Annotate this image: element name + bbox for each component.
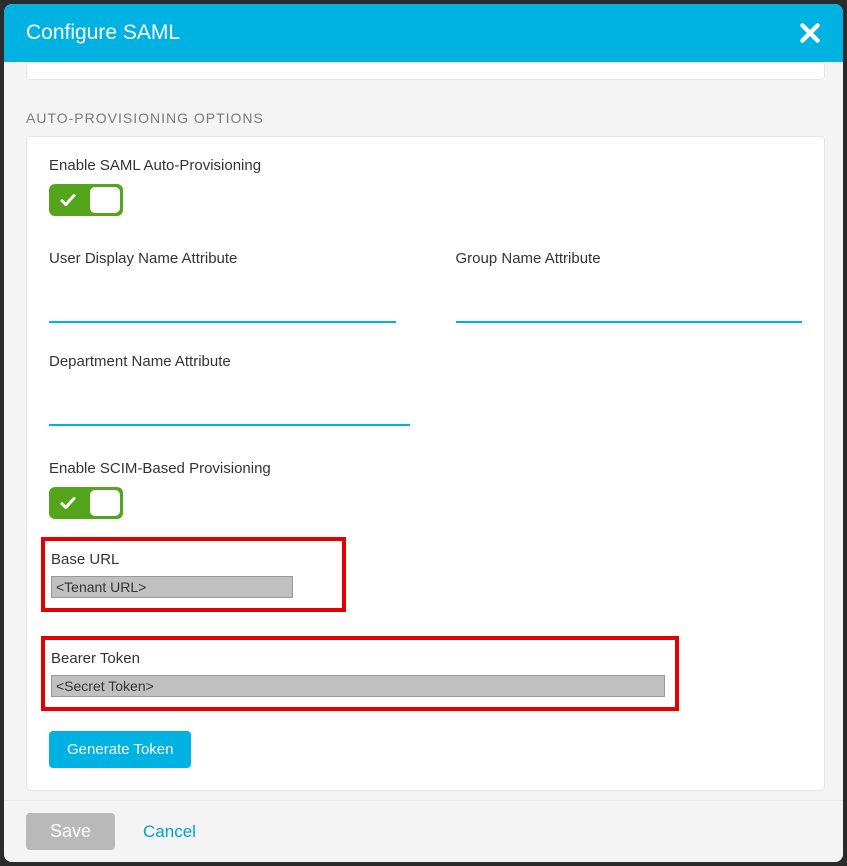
enable-scim-block: Enable SCIM-Based Provisioning (49, 460, 802, 519)
bearer-token-label: Bearer Token (51, 650, 669, 667)
enable-saml-block: Enable SAML Auto-Provisioning (49, 157, 802, 216)
bearer-token-input[interactable] (51, 675, 665, 697)
modal-body[interactable]: AUTO-PROVISIONING OPTIONS Enable SAML Au… (4, 62, 843, 800)
cancel-link[interactable]: Cancel (143, 822, 196, 842)
group-name-label: Group Name Attribute (456, 250, 803, 267)
toggle-knob (90, 187, 120, 213)
generate-token-button[interactable]: Generate Token (49, 731, 191, 768)
modal-footer: Save Cancel (4, 800, 843, 862)
group-name-col: Group Name Attribute (456, 250, 803, 323)
enable-saml-toggle[interactable] (49, 184, 123, 216)
group-name-input[interactable] (456, 295, 803, 323)
user-display-col: User Display Name Attribute (49, 250, 396, 323)
close-button[interactable] (797, 20, 823, 46)
configure-saml-modal: Configure SAML AUTO-PROVISIONING OPTIONS… (4, 4, 843, 862)
modal-header: Configure SAML (4, 4, 843, 62)
auto-provisioning-card: Enable SAML Auto-Provisioning User Displ… (26, 136, 825, 791)
previous-section-card (26, 62, 825, 80)
modal-title: Configure SAML (26, 21, 180, 45)
bearer-token-highlight: Bearer Token (41, 636, 679, 711)
department-block: Department Name Attribute (49, 353, 410, 426)
base-url-label: Base URL (51, 551, 336, 568)
department-label: Department Name Attribute (49, 353, 410, 370)
save-button[interactable]: Save (26, 813, 115, 850)
close-icon (797, 20, 823, 46)
check-icon (59, 494, 77, 512)
enable-scim-toggle[interactable] (49, 487, 123, 519)
enable-scim-label: Enable SCIM-Based Provisioning (49, 460, 802, 477)
attribute-row: User Display Name Attribute Group Name A… (49, 250, 802, 323)
user-display-label: User Display Name Attribute (49, 250, 396, 267)
enable-saml-label: Enable SAML Auto-Provisioning (49, 157, 802, 174)
toggle-knob (90, 490, 120, 516)
base-url-highlight: Base URL (41, 537, 346, 612)
user-display-input[interactable] (49, 295, 396, 323)
section-title: AUTO-PROVISIONING OPTIONS (26, 110, 825, 126)
department-input[interactable] (49, 398, 410, 426)
base-url-input[interactable] (51, 576, 293, 598)
check-icon (59, 191, 77, 209)
